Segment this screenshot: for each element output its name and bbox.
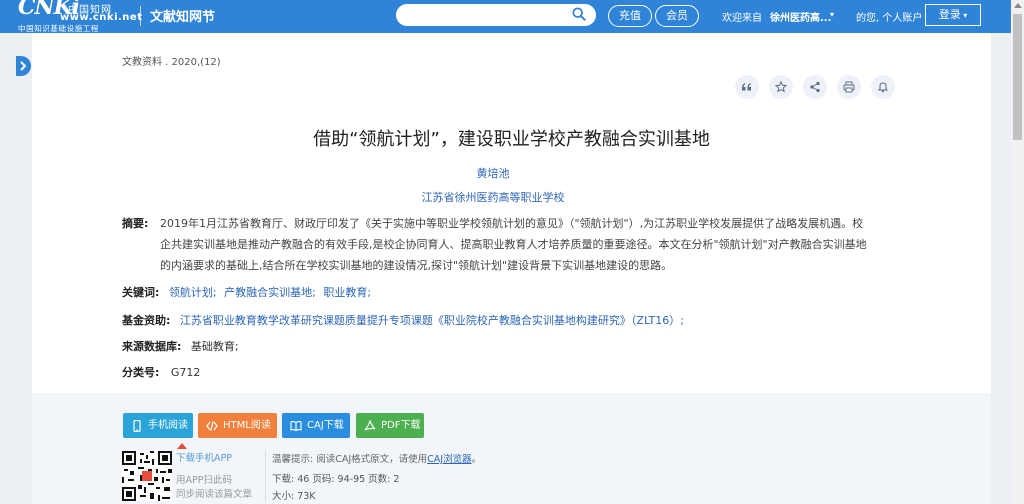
- html-read-button[interactable]: HTML阅读: [198, 413, 277, 438]
- bell-icon[interactable]: [871, 75, 895, 99]
- article-card: 文教资料 . 2020,(12) 借助“领航计划”，建设职业学校产教融合实训基地…: [32, 33, 991, 393]
- html-read-label: HTML阅读: [223, 420, 271, 431]
- search-icon[interactable]: [572, 7, 586, 21]
- scrollbar[interactable]: [1011, 0, 1024, 504]
- top-bar: CNKi 中国知网 www.cnki.net 中国知识基础设施工程 文献知网节 …: [0, 0, 1011, 33]
- classification-text: G712: [170, 366, 201, 379]
- keyword-item[interactable]: 职业教育;: [323, 286, 371, 299]
- active-indicator-arrow: [177, 443, 187, 449]
- scan-hint-1: 用APP扫此码: [176, 475, 232, 486]
- caj-viewer-link[interactable]: CAJ浏览器: [427, 454, 471, 465]
- abstract-line-1: 2019年1月江苏省教育厅、财政厅印发了《关于实施中等职业学校领航计划的意见》（…: [160, 217, 864, 230]
- scroll-up-arrow-icon[interactable]: [1014, 3, 1022, 8]
- quote-icon[interactable]: [735, 75, 759, 99]
- side-expand-button[interactable]: [16, 56, 31, 76]
- journal-source[interactable]: 文教资料 . 2020,(12): [122, 53, 221, 68]
- caj-tip-prefix: 温馨提示: 阅读CAJ格式原文，请使用: [272, 454, 428, 465]
- download-panel: 手机阅读 HTML阅读 CAJ下载 PDF下载 下载手机APP 用APP扫此码 …: [32, 393, 991, 504]
- caj-download-label: CAJ下载: [307, 420, 344, 431]
- logo-url: www.cnki.net: [60, 12, 143, 23]
- cnki-logo[interactable]: CNKi 中国知网 www.cnki.net 中国知识基础设施工程: [18, 0, 142, 33]
- database-row: 来源数据库: 基础教育;: [122, 338, 239, 354]
- login-label: 登录: [938, 8, 961, 21]
- section-title: 文献知网节: [150, 10, 216, 25]
- abstract-label: 摘要:: [122, 217, 149, 230]
- file-size: 大小: 73K: [272, 491, 316, 502]
- download-app-link[interactable]: 下载手机APP: [176, 450, 232, 464]
- fund-label: 基金资助:: [122, 314, 171, 327]
- pdf-icon: [364, 419, 376, 431]
- phone-icon: [133, 419, 141, 432]
- print-icon[interactable]: [837, 75, 861, 99]
- mobile-read-button[interactable]: 手机阅读: [123, 413, 193, 438]
- recharge-button[interactable]: 充值: [608, 5, 652, 27]
- mobile-read-label: 手机阅读: [148, 420, 188, 431]
- download-app-label: 下载手机APP: [176, 453, 232, 464]
- caj-tip: 温馨提示: 阅读CAJ格式原文，请使用CAJ浏览器。: [272, 451, 481, 465]
- code-icon: [206, 420, 218, 431]
- caj-tip-suffix: 。: [471, 454, 482, 465]
- chevron-down-icon[interactable]: ▾: [830, 10, 834, 19]
- welcome-suffix: 的您, 个人账户: [856, 13, 923, 24]
- tool-icons: [735, 75, 895, 99]
- article-organization[interactable]: 江苏省徐州医药高等职业学校: [32, 189, 954, 205]
- book-icon: [290, 420, 302, 431]
- database-text: 基础教育;: [190, 340, 239, 353]
- member-button[interactable]: 会员: [655, 5, 699, 27]
- chevron-right-icon: [20, 61, 27, 71]
- scan-hint-2: 同步阅读该篇文章: [176, 489, 253, 500]
- fund-row: 基金资助: 江苏省职业教育教学改革研究课题质量提升专项课题《职业院校产教融合实训…: [122, 312, 684, 328]
- keywords-row: 关键词: 领航计划; 产教融合实训基地; 职业教育;: [122, 284, 371, 300]
- abstract-line-3: 的内涵要求的基础上,结合所在学校实训基地的建设情况,探讨"领航计划"建设背景下实…: [160, 259, 673, 272]
- article-title: 借助“领航计划”，建设职业学校产教融合实训基地: [313, 129, 710, 150]
- share-icon[interactable]: [803, 75, 827, 99]
- info-divider: [265, 451, 266, 501]
- header-divider: [140, 6, 141, 26]
- qr-code: [122, 451, 172, 501]
- article-author[interactable]: 黄培池: [32, 165, 954, 181]
- caj-download-button[interactable]: CAJ下载: [282, 413, 350, 438]
- keyword-item[interactable]: 领航计划;: [169, 286, 217, 299]
- classification-label: 分类号:: [122, 366, 160, 379]
- scroll-thumb[interactable]: [1013, 14, 1022, 140]
- org-name-dropdown[interactable]: 徐州医药高...: [770, 9, 831, 24]
- keyword-item[interactable]: 产教融合实训基地;: [224, 286, 316, 299]
- pdf-download-button[interactable]: PDF下载: [356, 413, 424, 438]
- fund-text[interactable]: 江苏省职业教育教学改革研究课题质量提升专项课题《职业院校产教融合实训基地构建研究…: [180, 314, 684, 327]
- search-input[interactable]: [396, 4, 596, 26]
- download-stats: 下载: 46 页码: 94-95 页数: 2: [272, 474, 400, 485]
- login-button[interactable]: 登录 ▾: [925, 4, 981, 26]
- login-chevron-icon: ▾: [960, 11, 968, 20]
- database-label: 来源数据库:: [122, 340, 182, 353]
- abstract-line-2: 企共建实训基地是推动产教融合的有效手段,是校企协同育人、提高职业教育人才培养质量…: [160, 238, 867, 251]
- star-icon[interactable]: [769, 75, 793, 99]
- classification-row: 分类号: G712: [122, 364, 200, 380]
- pdf-download-label: PDF下载: [381, 420, 421, 431]
- keywords-label: 关键词:: [122, 286, 160, 299]
- welcome-prefix: 欢迎来自: [722, 13, 762, 24]
